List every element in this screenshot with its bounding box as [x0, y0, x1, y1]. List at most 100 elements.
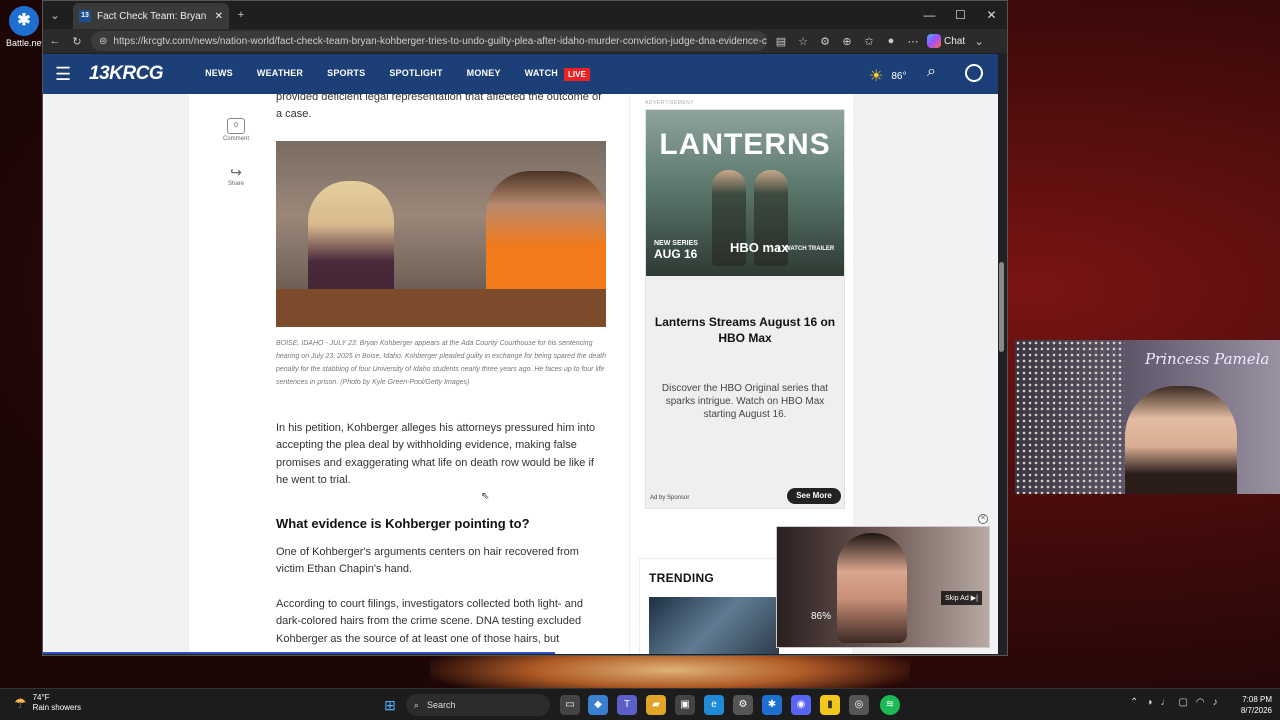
ad-headline: Lanterns Streams August 16 on HBO Max [654, 315, 836, 345]
skip-ad-button[interactable]: Skip Ad ▶| [941, 591, 982, 605]
article-paragraph-2: One of Kohberger's arguments centers on … [276, 546, 579, 576]
extensions-icon[interactable]: ⚙ [817, 35, 833, 48]
share-button[interactable]: ↪ Share [223, 164, 249, 187]
favorite-star-icon[interactable]: ☆ [795, 35, 811, 48]
article-photo[interactable] [276, 141, 606, 327]
taskbar-clock[interactable]: 7:08 PM 8/7/2026 [1228, 694, 1272, 716]
sidebar-toggle-icon[interactable]: ⌄ [971, 35, 987, 48]
article-paragraph-3: According to court filings, investigator… [276, 598, 583, 645]
clock-date: 8/7/2026 [1240, 706, 1272, 715]
skip-ad-label: Skip Ad [945, 595, 969, 602]
more-menu-icon[interactable]: ⋯ [905, 35, 921, 48]
close-window-icon[interactable]: ✕ [976, 8, 1007, 22]
nav-weather[interactable]: WEATHER [245, 68, 315, 81]
chat-label: Chat [944, 35, 966, 47]
refresh-icon[interactable]: ↻ [69, 35, 85, 48]
spotify-icon[interactable]: ≋ [880, 695, 900, 715]
copilot-icon [927, 34, 941, 48]
reader-view-icon[interactable]: ▤ [773, 35, 789, 48]
store-icon[interactable]: ▣ [675, 695, 695, 715]
taskbar-weather-desc: Rain showers [32, 703, 82, 712]
webpage: ☰ 13KRCG NEWS WEATHER SPORTS SPOTLIGHT M… [43, 54, 998, 654]
video-ad-person [837, 533, 907, 643]
scrollbar-thumb[interactable] [999, 262, 1004, 352]
reading-progress-bar [43, 652, 555, 654]
sticky-notes-icon[interactable]: ▮ [820, 695, 840, 715]
site-info-icon[interactable]: ⊜ [99, 36, 107, 47]
nav-news[interactable]: NEWS [193, 68, 245, 81]
ad-see-more-button[interactable]: See More [787, 488, 841, 504]
file-explorer-icon[interactable]: ▰ [646, 695, 666, 715]
site-logo[interactable]: 13KRCG [89, 63, 164, 85]
comment-label: Comment [223, 136, 250, 142]
nav-weather-widget[interactable]: ☀ 86° [869, 66, 906, 86]
share-icon: ↪ [230, 164, 242, 180]
nav-money[interactable]: MONEY [455, 68, 513, 81]
new-tab-button[interactable]: + [229, 3, 253, 27]
minimize-icon[interactable]: — [914, 8, 945, 22]
page-scrollbar[interactable] [999, 57, 1005, 649]
hamburger-menu-icon[interactable]: ☰ [55, 64, 75, 85]
teams-icon[interactable]: T [617, 695, 637, 715]
edge-icon[interactable]: e [704, 695, 724, 715]
back-icon[interactable]: ← [47, 35, 63, 47]
tray-overflow-icon[interactable]: ⌃ [1130, 697, 1138, 708]
task-view-icon[interactable]: ▭ [560, 695, 580, 715]
battlenet-taskbar-icon[interactable]: ✱ [762, 695, 782, 715]
ad-body: Discover the HBO Original series that sp… [661, 383, 829, 420]
desktop-icon-label: Battle.net [6, 38, 45, 48]
battlenet-icon: ✱ [9, 6, 39, 36]
microphone-icon[interactable]: ♩ [1160, 697, 1170, 708]
tray-app-icon[interactable]: ◑ [1146, 697, 1152, 708]
floating-video-ad[interactable]: 86% Skip Ad ▶| [776, 526, 990, 648]
ad-promo-date: AUG 16 [654, 247, 698, 261]
tracking-icon[interactable]: ⊕ [839, 35, 855, 48]
video-ad-close-icon[interactable]: ✕ [978, 514, 988, 524]
address-bar-row: ← ↻ ⊜ https://krcgtv.com/news/nation-wor… [43, 29, 1007, 53]
taskbar-weather[interactable]: ☂ 74°F Rain showers [14, 693, 81, 713]
obs-icon[interactable]: ◎ [849, 695, 869, 715]
sidebar-ad[interactable]: LANTERNS NEW SERIES AUG 16 HBO max WATCH… [645, 109, 845, 509]
tab-title: Fact Check Team: Bryan Kohberger [97, 10, 209, 22]
copilot-taskbar-icon[interactable]: ◆ [588, 695, 608, 715]
site-navbar: ☰ 13KRCG NEWS WEATHER SPORTS SPOTLIGHT M… [43, 54, 998, 94]
nav-spotlight[interactable]: SPOTLIGHT [377, 68, 454, 81]
nav-sports[interactable]: SPORTS [315, 68, 377, 81]
taskbar-temp: 74°F [32, 693, 50, 702]
start-icon[interactable]: ⊞ [380, 695, 400, 715]
video-ad-percent: 86% [811, 611, 832, 622]
taskbar: ☂ 74°F Rain showers ⊞ ⌕ Search ▭ ◆ T ▰ ▣… [0, 688, 1280, 720]
trending-thumbnail[interactable] [649, 597, 779, 654]
clock-time: 7:08 PM [1242, 695, 1272, 704]
ad-sponsor: Ad by Sponsor [650, 495, 690, 501]
url-field[interactable]: ⊜ https://krcgtv.com/news/nation-world/f… [91, 31, 767, 51]
taskbar-search[interactable]: ⌕ Search [406, 694, 550, 716]
collections-icon[interactable]: ✩ [861, 35, 877, 48]
trending-label: TRENDING [649, 571, 715, 585]
ad-promo: NEW SERIES AUG 16 [654, 240, 698, 261]
wifi-icon[interactable]: ◠ [1196, 697, 1205, 708]
network-icon[interactable]: ▢ [1178, 697, 1187, 708]
comment-button[interactable]: 0 Comment [223, 118, 249, 142]
nav-watch[interactable]: WATCH [513, 68, 570, 81]
maximize-icon[interactable]: ☐ [945, 8, 976, 22]
webcam-overlay: Princess Pamela [1015, 340, 1280, 494]
tab-list-button[interactable]: ⌄ [43, 3, 67, 27]
account-icon[interactable] [965, 64, 983, 82]
streamer-name: Princess Pamela [1145, 350, 1270, 368]
tab-bar: ⌄ 13 Fact Check Team: Bryan Kohberger ✕ … [43, 1, 1007, 29]
copilot-chat-button[interactable]: Chat [927, 34, 965, 48]
desktop-icon-battlenet[interactable]: ✱ Battle.net [6, 6, 45, 48]
url-text: https://krcgtv.com/news/nation-world/fac… [113, 35, 767, 47]
profile-icon[interactable]: ● [883, 35, 899, 47]
search-icon[interactable]: ⌕ [927, 63, 936, 81]
ad-label: ADVERTISEMENT [645, 100, 694, 106]
live-badge[interactable]: LIVE [564, 67, 590, 81]
volume-icon[interactable]: ♪ [1213, 697, 1218, 708]
skip-icon: ▶| [970, 595, 978, 602]
tab-close-icon[interactable]: ✕ [215, 11, 223, 22]
site-favicon-icon: 13 [79, 10, 91, 22]
discord-icon[interactable]: ◉ [791, 695, 811, 715]
browser-tab[interactable]: 13 Fact Check Team: Bryan Kohberger ✕ [73, 3, 229, 29]
settings-icon[interactable]: ⚙ [733, 695, 753, 715]
